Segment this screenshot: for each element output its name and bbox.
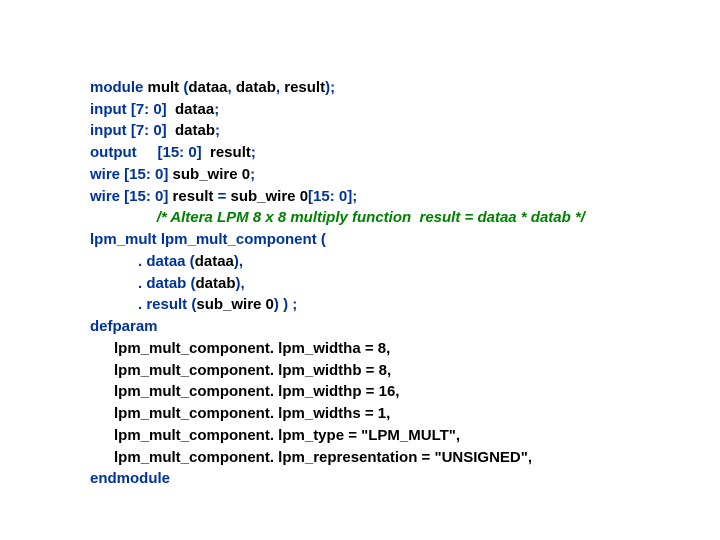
punct: ; bbox=[251, 144, 256, 161]
line-8: lpm_mult lpm_mult_component ( bbox=[90, 231, 326, 248]
line-13: lpm_mult_component. lpm_widtha = 8, bbox=[90, 340, 390, 357]
line-1: module mult (dataa, datab, result); bbox=[90, 79, 335, 96]
port-result: . result ( bbox=[138, 296, 196, 313]
param-widthp: lpm_mult_component. lpm_widthp = 16, bbox=[114, 383, 399, 400]
keyword-wire: wire [15: 0] bbox=[90, 166, 168, 183]
port-datab: . datab ( bbox=[138, 275, 196, 292]
keyword-defparam: defparam bbox=[90, 318, 158, 335]
punct: ) ) ; bbox=[274, 296, 297, 313]
text: result bbox=[168, 188, 217, 205]
punct: = bbox=[218, 188, 227, 205]
instance-decl: lpm_mult lpm_mult_component ( bbox=[90, 231, 326, 248]
punct: ; bbox=[250, 166, 255, 183]
text: dataa bbox=[167, 101, 215, 118]
punct: ), bbox=[236, 275, 245, 292]
line-14: lpm_mult_component. lpm_widthb = 8, bbox=[90, 362, 391, 379]
text: datab bbox=[196, 275, 236, 292]
param-widths: lpm_mult_component. lpm_widths = 1, bbox=[114, 405, 390, 422]
punct: ), bbox=[234, 253, 243, 270]
punct: ; bbox=[214, 101, 219, 118]
line-4: output [15: 0] result; bbox=[90, 144, 256, 161]
line-6: wire [15: 0] result = sub_wire 0[15: 0]; bbox=[90, 188, 357, 205]
keyword-module: module bbox=[90, 79, 143, 96]
code-block: module mult (dataa, datab, result); inpu… bbox=[0, 0, 720, 490]
punct: ; bbox=[215, 122, 220, 139]
comment: /* Altera LPM 8 x 8 multiply function re… bbox=[157, 209, 585, 226]
line-5: wire [15: 0] sub_wire 0; bbox=[90, 166, 255, 183]
text: result bbox=[280, 79, 325, 96]
keyword-output: output [15: 0] bbox=[90, 144, 202, 161]
line-19: endmodule bbox=[90, 470, 170, 487]
keyword-input: input [7: 0] bbox=[90, 122, 167, 139]
text: sub_wire 0 bbox=[196, 296, 274, 313]
param-widtha: lpm_mult_component. lpm_widtha = 8, bbox=[114, 340, 390, 357]
text: datab bbox=[232, 79, 276, 96]
line-2: input [7: 0] dataa; bbox=[90, 101, 219, 118]
text: dataa bbox=[195, 253, 234, 270]
text: mult bbox=[143, 79, 183, 96]
punct: [15: 0]; bbox=[308, 188, 357, 205]
line-15: lpm_mult_component. lpm_widthp = 16, bbox=[90, 383, 399, 400]
line-9: . dataa (dataa), bbox=[90, 253, 243, 270]
text: datab bbox=[167, 122, 215, 139]
text: dataa bbox=[188, 79, 227, 96]
text: result bbox=[202, 144, 251, 161]
keyword-input: input [7: 0] bbox=[90, 101, 167, 118]
param-representation: lpm_mult_component. lpm_representation =… bbox=[114, 449, 532, 466]
line-18: lpm_mult_component. lpm_representation =… bbox=[90, 449, 532, 466]
param-type: lpm_mult_component. lpm_type = "LPM_MULT… bbox=[114, 427, 460, 444]
line-7: /* Altera LPM 8 x 8 multiply function re… bbox=[90, 209, 585, 226]
keyword-wire: wire [15: 0] bbox=[90, 188, 168, 205]
line-12: defparam bbox=[90, 318, 158, 335]
text: sub_wire 0 bbox=[226, 188, 308, 205]
line-16: lpm_mult_component. lpm_widths = 1, bbox=[90, 405, 390, 422]
line-3: input [7: 0] datab; bbox=[90, 122, 220, 139]
port-dataa: . dataa ( bbox=[138, 253, 195, 270]
line-10: . datab (datab), bbox=[90, 275, 245, 292]
line-17: lpm_mult_component. lpm_type = "LPM_MULT… bbox=[90, 427, 460, 444]
text: sub_wire 0 bbox=[168, 166, 250, 183]
param-widthb: lpm_mult_component. lpm_widthb = 8, bbox=[114, 362, 391, 379]
keyword-endmodule: endmodule bbox=[90, 470, 170, 487]
line-11: . result (sub_wire 0) ) ; bbox=[90, 296, 297, 313]
punct: ); bbox=[325, 79, 335, 96]
